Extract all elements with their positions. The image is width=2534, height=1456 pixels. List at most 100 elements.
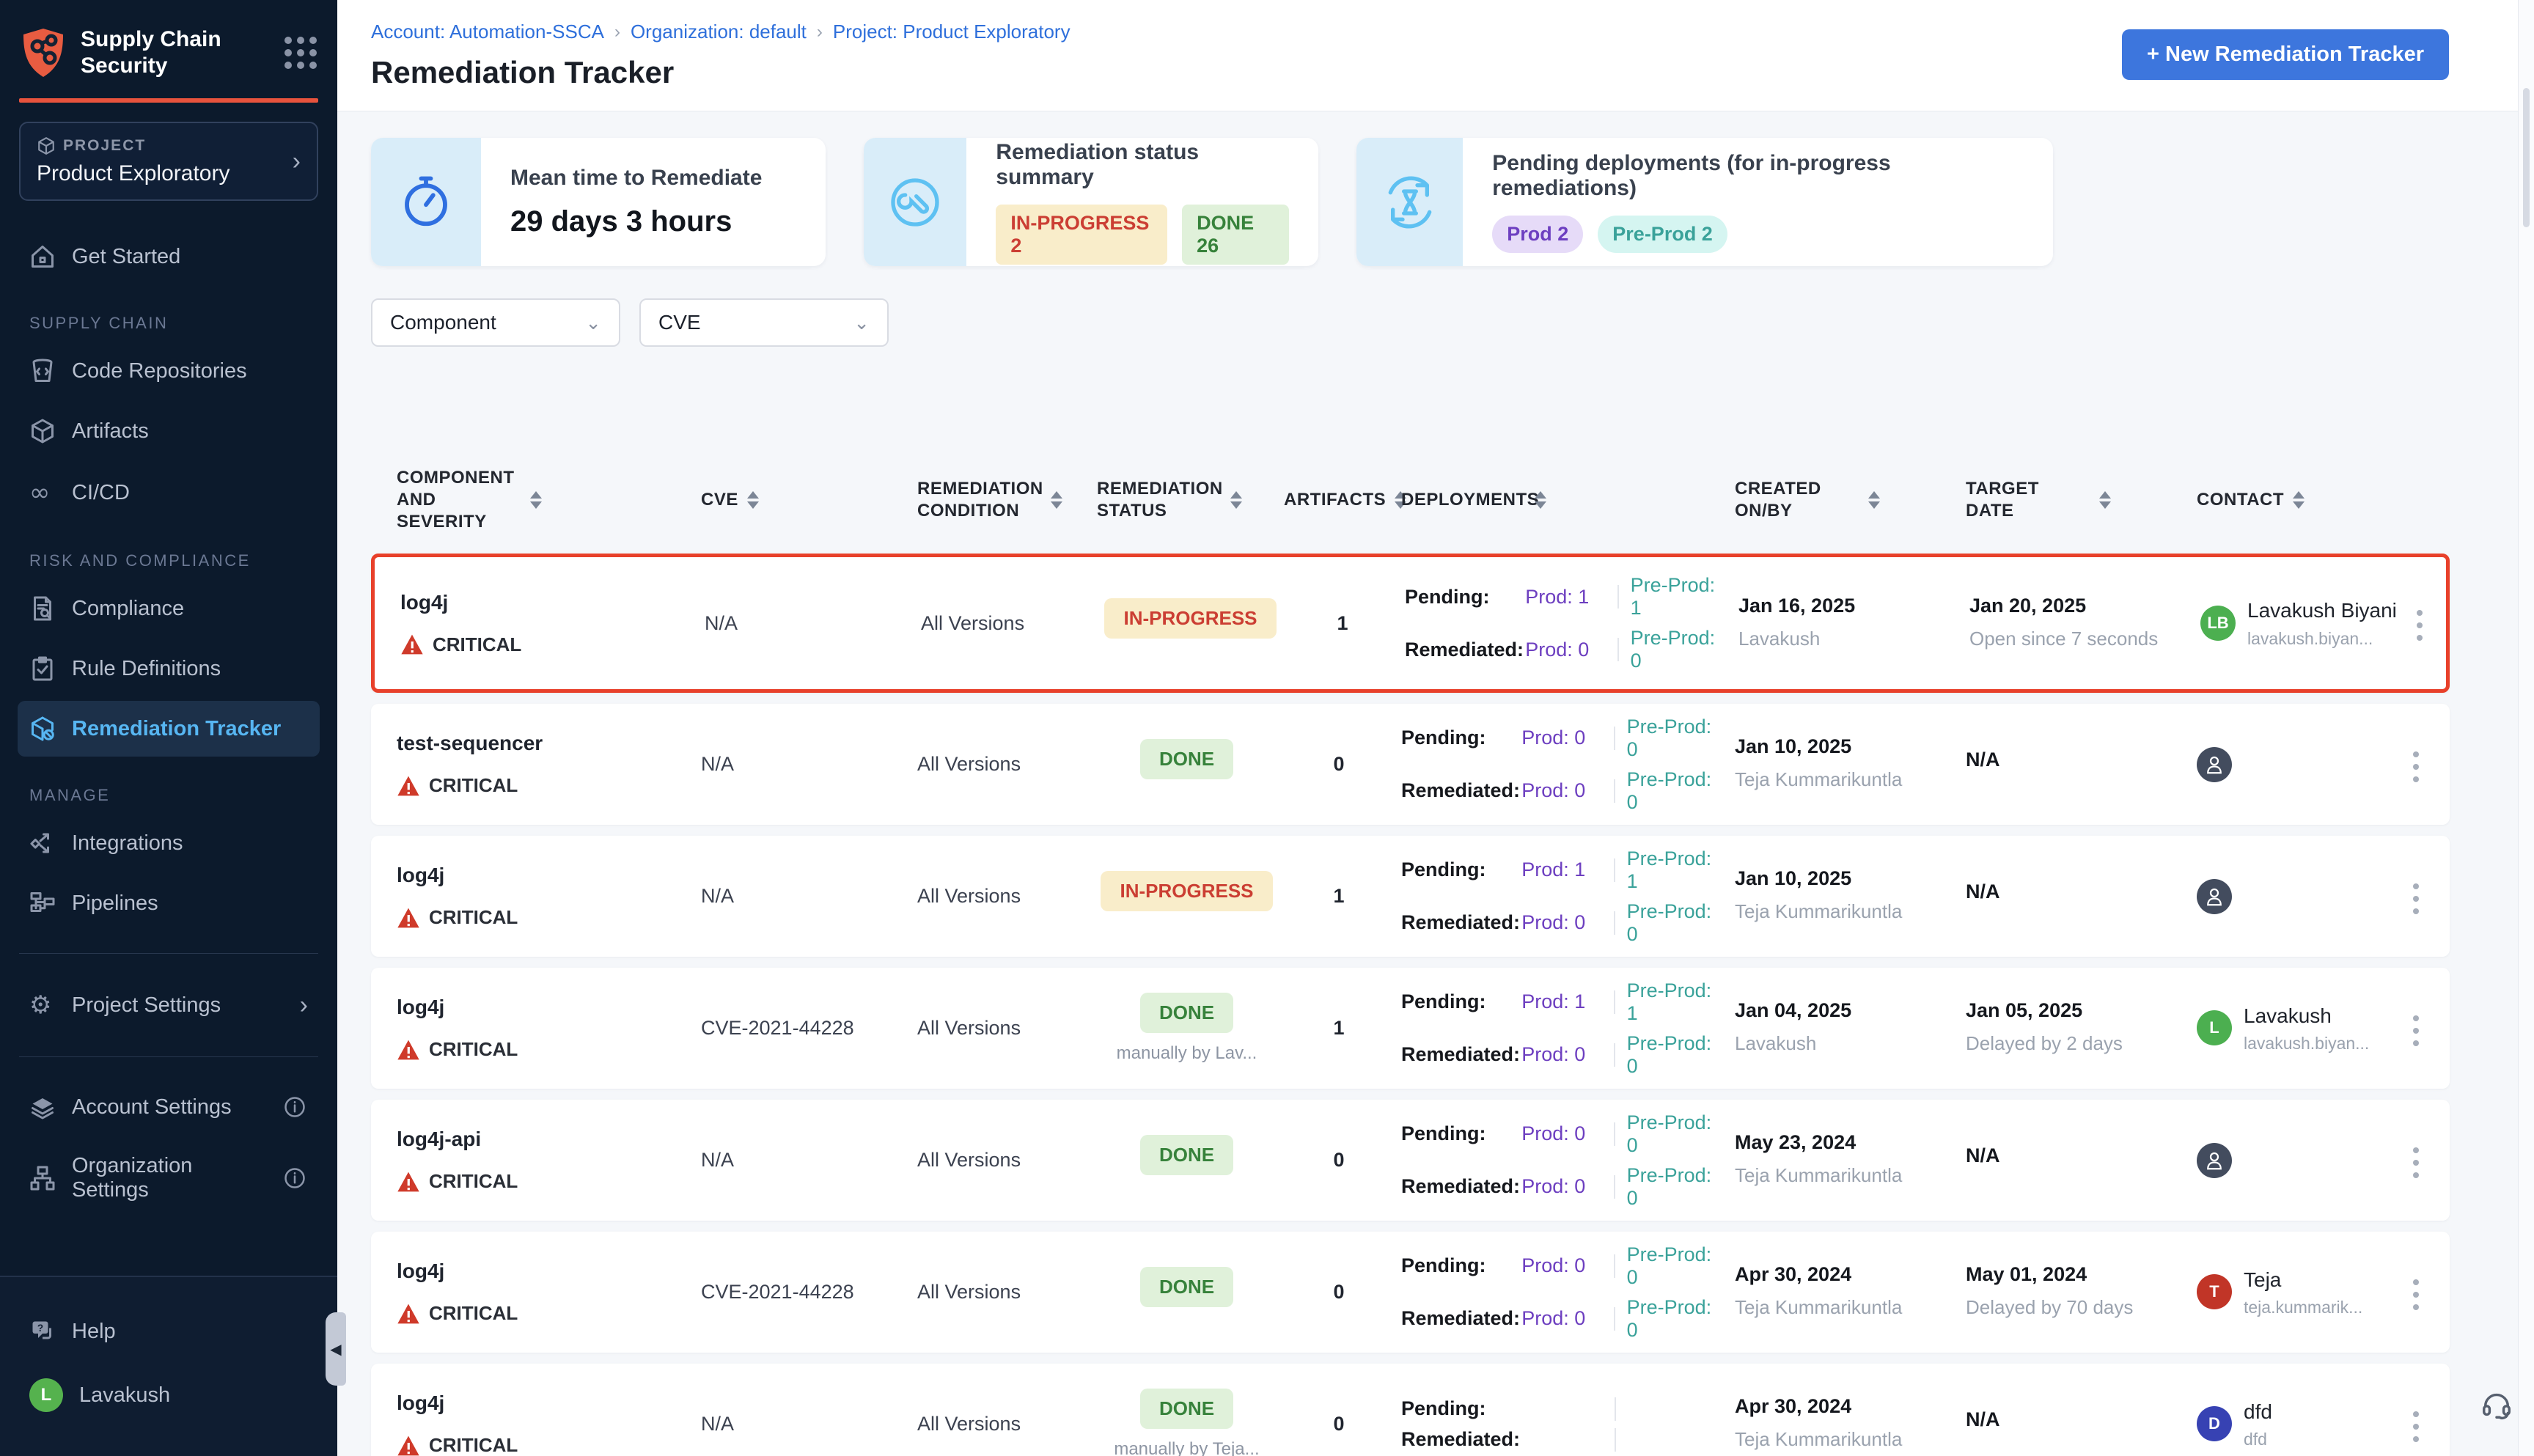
cve-value: N/A — [701, 885, 917, 908]
sidebar-item-project-settings[interactable]: ⚙ Project Settings › — [18, 976, 320, 1034]
hourglass-refresh-icon — [1381, 173, 1439, 232]
card-title: Remediation status summary — [996, 140, 1289, 190]
cve-value: N/A — [701, 1413, 917, 1435]
sidebar-user[interactable]: L Lavakush — [18, 1364, 320, 1427]
sidebar-item-cicd[interactable]: ∞ CI/CD — [18, 463, 320, 522]
wrench-circle-icon — [886, 173, 944, 232]
layers-gear-icon — [29, 1094, 56, 1120]
critical-warning-icon — [397, 1171, 420, 1193]
document-search-icon — [29, 595, 56, 622]
sidebar-item-code-repositories[interactable]: Code Repositories — [18, 343, 320, 399]
sort-icon — [2099, 491, 2111, 509]
info-icon — [282, 1167, 308, 1189]
table-row[interactable]: log4j CRITICAL N/A All Versions IN-PROGR… — [371, 554, 2450, 693]
critical-warning-icon — [397, 1303, 420, 1325]
status-badge: IN-PROGRESS — [1104, 598, 1276, 639]
remediation-condition-value: All Versions — [917, 885, 1097, 908]
column-remediation-status[interactable]: REMEDIATION STATUS — [1097, 454, 1284, 546]
section-manage: MANAGE — [29, 786, 308, 805]
row-menu-button[interactable] — [2406, 876, 2426, 922]
contact-cell — [2197, 747, 2406, 782]
sidebar-item-organization-settings[interactable]: Organization Settings — [18, 1139, 320, 1217]
created-on-by-cell: Jan 04, 2025 Lavakush — [1735, 999, 1966, 1056]
sidebar-item-artifacts[interactable]: Artifacts — [18, 403, 320, 459]
support-headset-icon[interactable] — [2480, 1388, 2513, 1425]
app-switcher-icon[interactable] — [284, 37, 317, 69]
created-on-by-cell: Jan 10, 2025 Teja Kummarikuntla — [1735, 867, 1966, 924]
status-badge: DONE — [1140, 993, 1233, 1033]
sidebar-item-compliance[interactable]: Compliance — [18, 581, 320, 636]
person-icon — [2203, 886, 2225, 908]
component-filter-dropdown[interactable]: Component ⌄ — [371, 298, 620, 347]
row-menu-button[interactable] — [2406, 1272, 2426, 1317]
row-menu-button[interactable] — [2406, 1140, 2426, 1185]
column-cve[interactable]: CVE — [701, 454, 917, 546]
column-contact[interactable]: CONTACT — [2197, 454, 2406, 546]
column-remediation-condition[interactable]: REMEDIATION CONDITION — [917, 454, 1097, 546]
cve-filter-dropdown[interactable]: CVE ⌄ — [639, 298, 889, 347]
help-chat-icon: ? — [29, 1318, 56, 1345]
card-pending-deployments: Pending deployments (for in-progress rem… — [1356, 138, 2053, 266]
remediation-condition-value: All Versions — [917, 1281, 1097, 1304]
gear-icon: ⚙ — [29, 990, 56, 1020]
sidebar-item-help[interactable]: ? Help — [18, 1304, 320, 1359]
row-menu-button[interactable] — [2406, 744, 2426, 790]
remediation-status-cell: DONE — [1097, 1135, 1284, 1185]
column-deployments[interactable]: DEPLOYMENTS — [1401, 454, 1735, 546]
column-created-on-by[interactable]: CREATED ON/BY — [1735, 454, 1966, 546]
integrations-icon — [29, 830, 56, 856]
breadcrumb-organization[interactable]: Organization: default — [631, 21, 807, 43]
preprod-count-badge: Pre-Prod 2 — [1598, 216, 1727, 253]
scrollbar-thumb[interactable] — [2523, 88, 2530, 227]
contact-email: lavakush.biyan... — [2244, 1034, 2369, 1054]
table-row[interactable]: log4j-api CRITICAL N/A All Versions DONE… — [371, 1100, 2450, 1221]
main-area: Account: Automation-SSCA › Organization:… — [337, 0, 2534, 1456]
contact-avatar: L — [2197, 1010, 2232, 1045]
sidebar-item-remediation-tracker[interactable]: Remediation Tracker — [18, 701, 320, 757]
row-menu-button[interactable] — [2406, 1008, 2426, 1054]
deployments-cell: Pending: Prod: 1 Pre-Prod: 1 Remediated:… — [1401, 972, 1735, 1085]
status-note: manually by Teja... — [1097, 1439, 1277, 1456]
chevron-right-icon: › — [293, 149, 301, 174]
contact-cell: LB Lavakush Biyani lavakush.biyan... — [2200, 598, 2409, 648]
sort-icon — [1868, 491, 1880, 509]
contact-avatar: LB — [2200, 606, 2236, 641]
contact-name: Lavakush Biyani — [2247, 598, 2397, 624]
table-row[interactable]: test-sequencer CRITICAL N/A All Versions… — [371, 704, 2450, 825]
table-row[interactable]: log4j CRITICAL N/A All Versions IN-PROGR… — [371, 836, 2450, 957]
sidebar-item-integrations[interactable]: Integrations — [18, 815, 320, 871]
sidebar-item-rule-definitions[interactable]: Rule Definitions — [18, 641, 320, 696]
sort-icon — [530, 491, 542, 509]
sidebar-item-pipelines[interactable]: Pipelines — [18, 875, 320, 931]
infinity-icon: ∞ — [29, 478, 56, 507]
status-badge: IN-PROGRESS — [1101, 871, 1272, 911]
column-artifacts[interactable]: ARTIFACTS — [1284, 454, 1401, 546]
component-name: log4j-api — [397, 1128, 694, 1151]
status-badge: DONE — [1140, 1389, 1233, 1429]
breadcrumb-project[interactable]: Project: Product Exploratory — [833, 21, 1070, 43]
repository-icon — [29, 358, 56, 384]
sidebar-item-account-settings[interactable]: Account Settings — [18, 1079, 320, 1135]
remediation-condition-value: All Versions — [917, 1017, 1097, 1040]
row-menu-button[interactable] — [2406, 1404, 2426, 1449]
deployments-cell: Pending: Prod: 0 Pre-Prod: 0 Remediated:… — [1401, 1236, 1735, 1349]
contact-email: teja.kummarik... — [2244, 1298, 2362, 1317]
column-target-date[interactable]: TARGET DATE — [1966, 454, 2197, 546]
sidebar-collapse-handle[interactable]: ◀ — [326, 1312, 346, 1386]
chevron-down-icon: ⌄ — [853, 312, 870, 334]
scrollbar-track[interactable] — [2518, 0, 2534, 1456]
divider — [19, 1056, 318, 1057]
project-selector[interactable]: PROJECT Product Exploratory › — [19, 122, 318, 201]
breadcrumb-account[interactable]: Account: Automation-SSCA — [371, 21, 604, 43]
table-row[interactable]: log4j CRITICAL CVE-2021-44228 All Versio… — [371, 968, 2450, 1089]
new-remediation-tracker-button[interactable]: + New Remediation Tracker — [2122, 29, 2449, 80]
table-row[interactable]: log4j CRITICAL CVE-2021-44228 All Versio… — [371, 1232, 2450, 1353]
target-date-cell: N/A — [1966, 880, 2197, 912]
row-menu-button[interactable] — [2409, 603, 2430, 648]
table-row[interactable]: log4j CRITICAL N/A All Versions DONE man… — [371, 1364, 2450, 1456]
contact-cell — [2197, 879, 2406, 914]
column-component-severity[interactable]: COMPONENT AND SEVERITY — [371, 454, 701, 546]
sidebar-item-get-started[interactable]: Get Started — [18, 229, 320, 284]
table-body: log4j CRITICAL N/A All Versions IN-PROGR… — [371, 554, 2450, 1456]
contact-avatar — [2197, 1143, 2232, 1178]
